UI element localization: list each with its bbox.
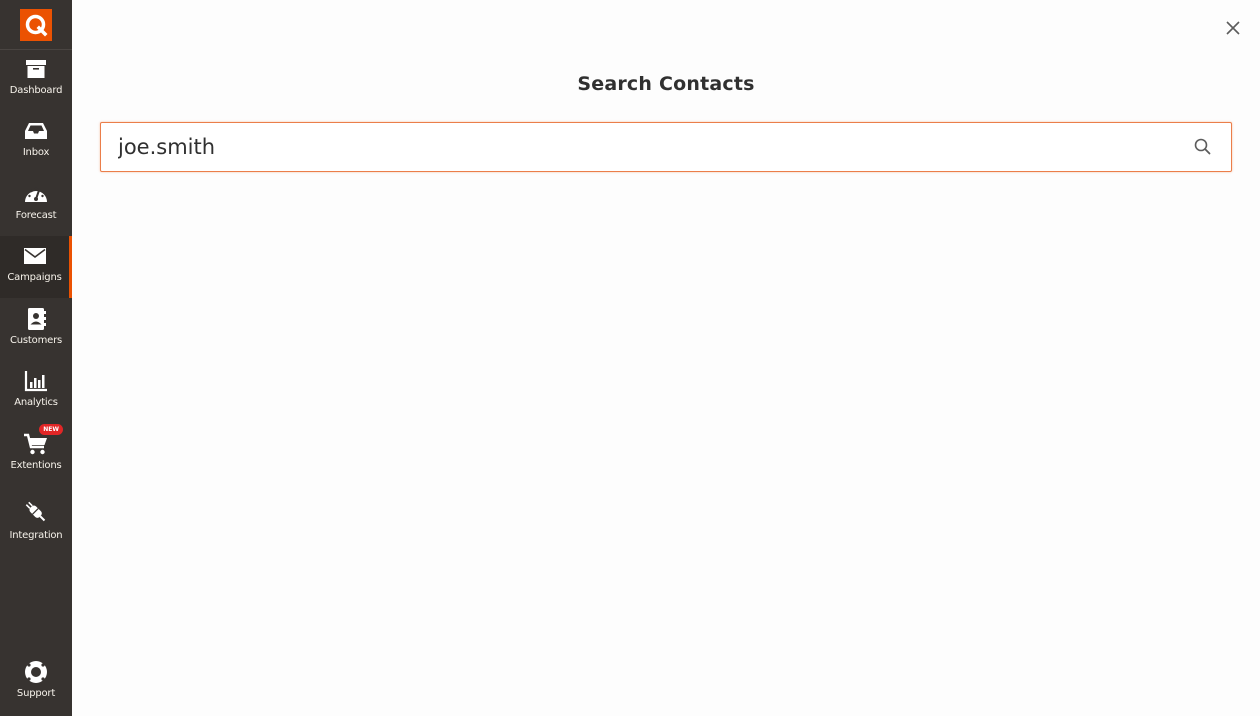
sidebar-item-analytics[interactable]: Analytics — [0, 368, 72, 414]
logo-link[interactable] — [0, 0, 72, 50]
sidebar-item-label: Analytics — [14, 397, 58, 408]
sidebar-item-label: Forecast — [15, 210, 57, 221]
sidebar-item-label: Inbox — [22, 147, 50, 158]
close-icon — [1226, 21, 1240, 35]
sidebar-item-campaigns[interactable]: Campaigns — [0, 236, 72, 298]
logo-icon — [20, 8, 52, 41]
close-button[interactable] — [1222, 17, 1244, 39]
new-badge: NEW — [39, 424, 63, 435]
sidebar-item-label: Dashboard — [9, 85, 63, 96]
sidebar-item-customers[interactable]: Customers — [0, 306, 72, 352]
search-input[interactable] — [101, 123, 1231, 171]
search-icon — [1194, 138, 1211, 155]
contact-book-icon — [23, 306, 49, 332]
archive-box-icon — [23, 56, 49, 82]
sidebar-item-label: Extentions — [10, 460, 62, 471]
bar-chart-icon — [23, 368, 49, 394]
sidebar-item-inbox[interactable]: Inbox — [0, 118, 72, 164]
envelope-icon — [22, 243, 48, 269]
sidebar-item-label: Campaigns — [7, 272, 62, 283]
shopping-cart-icon: NEW — [23, 424, 63, 457]
sidebar-item-forecast[interactable]: Forecast — [0, 181, 72, 227]
search-button[interactable] — [1193, 137, 1213, 157]
sidebar-item-extentions[interactable]: NEW Extentions — [0, 424, 72, 477]
sidebar: Dashboard Inbox Forecast Campaigns Custo… — [0, 0, 72, 716]
lifebuoy-icon — [23, 659, 49, 685]
sidebar-item-integration[interactable]: Integration — [0, 497, 72, 547]
inbox-tray-icon — [23, 118, 49, 144]
sidebar-item-dashboard[interactable]: Dashboard — [0, 56, 72, 102]
speedometer-icon — [23, 181, 49, 207]
plug-icon — [23, 497, 49, 527]
modal-title: Search Contacts — [577, 73, 755, 95]
search-field[interactable] — [100, 122, 1232, 172]
sidebar-item-label: Customers — [10, 335, 62, 346]
sidebar-item-label: Integration — [9, 530, 63, 541]
sidebar-item-label: Support — [16, 688, 56, 699]
sidebar-item-support[interactable]: Support — [0, 659, 72, 705]
